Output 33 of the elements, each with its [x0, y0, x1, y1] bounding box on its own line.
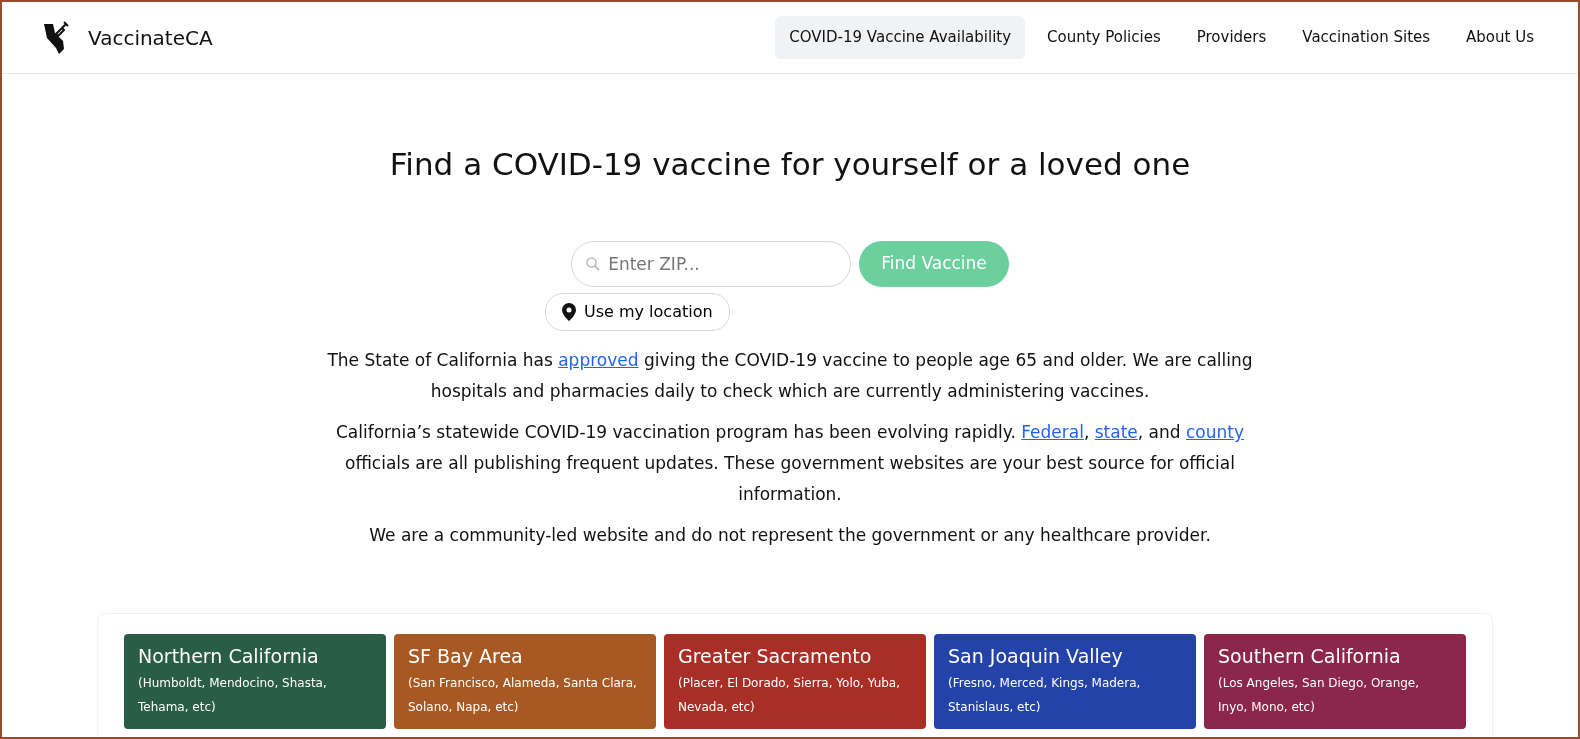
region-card[interactable]: Greater Sacramento (Placer, El Dorado, Sierra, Yolo, Yuba, Nevada, etc)	[664, 634, 926, 729]
zip-search-field[interactable]: Enter ZIP...	[571, 241, 852, 288]
info-paragraph: We are a community-led website and do not represent the government or any healthcare provider.	[368, 524, 1212, 548]
region-name: Northern California	[138, 644, 320, 670]
text-link[interactable]: Federal	[1021, 422, 1084, 443]
location-pin-icon	[562, 303, 576, 322]
brand-name[interactable]: VaccinateCA	[88, 22, 213, 53]
region-name: Southern California	[1218, 644, 1402, 670]
info-paragraph: The State of California has approved giving the COVID-19 vaccine to people age 65 and older. We are calling hospitals and pharmacies daily to check which are currently administering vaccines.	[326, 349, 1254, 404]
search-icon	[585, 256, 602, 273]
text-link[interactable]: state	[1094, 422, 1138, 443]
region-counties: (Fresno, Merced, Kings, Madera, Stanislaus, etc)	[948, 674, 1142, 716]
region-counties: (Placer, El Dorado, Sierra, Yolo, Yuba, Nevada, etc)	[678, 674, 902, 716]
region-name: SF Bay Area	[408, 644, 524, 670]
nav-link[interactable]: COVID-19 Vaccine Availability	[775, 16, 1026, 59]
nav-link[interactable]: County Policies	[1033, 16, 1175, 59]
region-counties: (San Francisco, Alameda, Santa Clara, Solano, Napa, etc)	[408, 674, 638, 716]
info-paragraph: California’s statewide COVID-19 vaccination program has been evolving rapidly. Federal, state, and county officials are all publishing frequent updates. These government websites are your best source for official information.	[334, 421, 1245, 507]
region-name: San Joaquin Valley	[948, 644, 1124, 670]
text-link[interactable]: approved	[558, 350, 639, 371]
use-location-button[interactable]: Use my location	[545, 293, 730, 332]
region-card[interactable]: Northern California (Humboldt, Mendocino, Shasta, Tehama, etc)	[124, 634, 386, 729]
nav-link[interactable]: Vaccination Sites	[1288, 16, 1445, 59]
nav-link[interactable]: About Us	[1452, 16, 1548, 59]
page-heading: Find a COVID-19 vaccine for yourself or a loved one	[388, 146, 1192, 184]
nav-link[interactable]: Providers	[1182, 16, 1281, 59]
region-card[interactable]: San Joaquin Valley (Fresno, Merced, Kings, Madera, Stanislaus, etc)	[934, 634, 1196, 729]
region-counties: (Humboldt, Mendocino, Shasta, Tehama, etc)	[138, 674, 328, 716]
text-link[interactable]: county	[1186, 422, 1244, 443]
region-counties: (Los Angeles, San Diego, Orange, Inyo, Mono, etc)	[1218, 674, 1421, 716]
region-card[interactable]: Southern California (Los Angeles, San Diego, Orange, Inyo, Mono, etc)	[1204, 634, 1466, 729]
region-name: Greater Sacramento	[678, 644, 873, 670]
region-card[interactable]: SF Bay Area (San Francisco, Alameda, Santa Clara, Solano, Napa, etc)	[394, 634, 656, 729]
